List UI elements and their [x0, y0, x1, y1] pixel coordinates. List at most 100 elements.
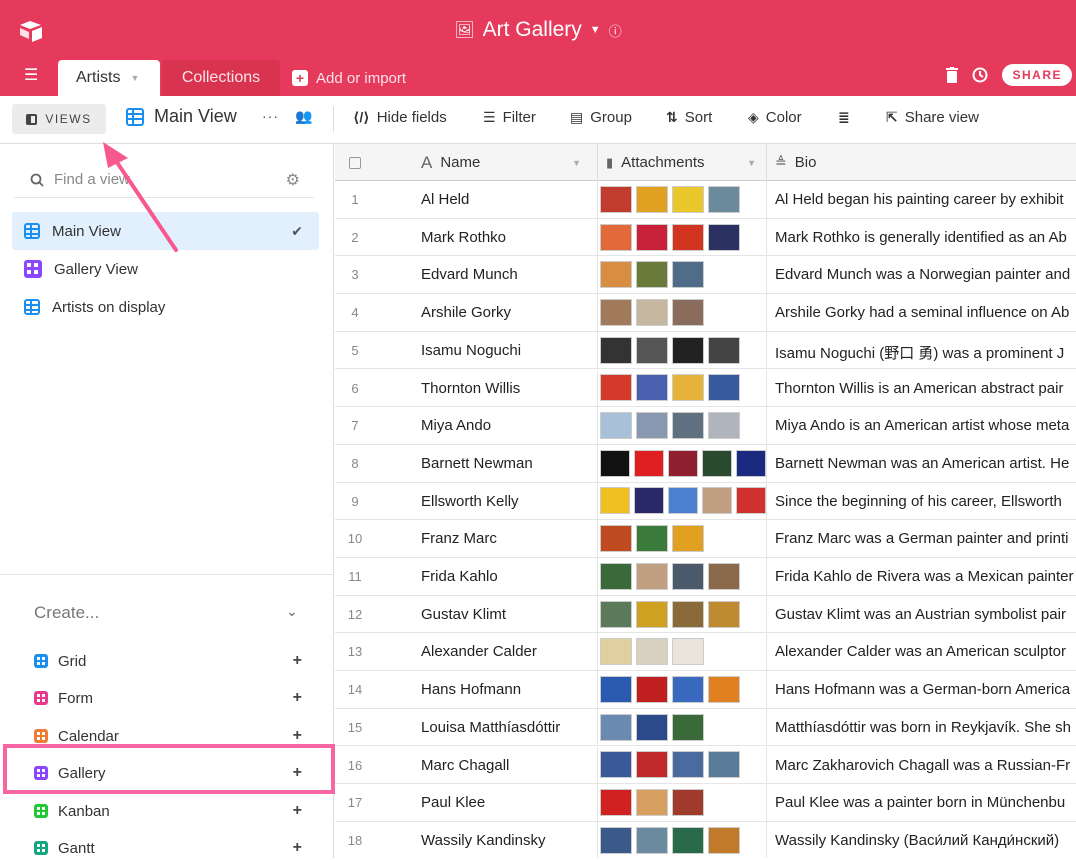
name-cell[interactable]: Barnett Newman: [421, 455, 533, 472]
attachment-thumbnail[interactable]: [634, 487, 664, 515]
name-cell[interactable]: Al Held: [421, 191, 469, 208]
attachment-thumbnail[interactable]: [636, 600, 668, 628]
bio-cell[interactable]: Edvard Munch was a Norwegian painter and: [775, 266, 1070, 283]
attachment-thumbnail[interactable]: [600, 487, 630, 515]
name-cell[interactable]: Ellsworth Kelly: [421, 493, 519, 510]
row-height-button[interactable]: ≣: [838, 109, 850, 126]
bio-cell[interactable]: Arshile Gorky had a seminal influence on…: [775, 304, 1069, 321]
attachment-thumbnail[interactable]: [736, 449, 766, 477]
attachment-thumbnail[interactable]: [636, 525, 668, 553]
attachments-cell[interactable]: [597, 482, 767, 520]
attachments-cell[interactable]: [597, 256, 767, 294]
attachment-thumbnail[interactable]: [600, 751, 632, 779]
chevron-down-icon[interactable]: ⌄: [286, 603, 298, 620]
attachment-thumbnail[interactable]: [636, 675, 668, 703]
attachment-thumbnail[interactable]: [672, 298, 704, 326]
table-row[interactable]: 4 Arshile Gorky Arshile Gorky had a semina…: [335, 294, 1076, 332]
attachments-cell[interactable]: [597, 595, 767, 633]
sort-button[interactable]: ⇅ Sort: [666, 109, 712, 126]
table-row[interactable]: 10 Franz Marc Franz Marc was a German pain…: [335, 520, 1076, 558]
attachment-thumbnail[interactable]: [600, 374, 632, 402]
plus-icon[interactable]: +: [293, 652, 302, 670]
attachment-thumbnail[interactable]: [708, 826, 740, 854]
attachment-thumbnail[interactable]: [708, 600, 740, 628]
trash-icon[interactable]: [946, 67, 959, 83]
bio-cell[interactable]: Alexander Calder was an American sculpto…: [775, 643, 1066, 660]
more-options-icon[interactable]: ···: [262, 108, 279, 124]
attachment-thumbnail[interactable]: [636, 412, 668, 440]
attachment-thumbnail[interactable]: [600, 713, 632, 741]
name-cell[interactable]: Isamu Noguchi: [421, 342, 521, 359]
name-cell[interactable]: Miya Ando: [421, 417, 491, 434]
table-row[interactable]: 8 Barnett Newman Barnett Newman was an Ame…: [335, 444, 1076, 483]
gear-icon[interactable]: ⚙: [286, 170, 300, 190]
attachments-cell[interactable]: [597, 633, 767, 671]
find-view-search[interactable]: Find a view ⚙: [14, 162, 314, 198]
plus-icon[interactable]: +: [293, 727, 302, 745]
plus-icon[interactable]: +: [293, 839, 302, 857]
bio-cell[interactable]: Hans Hofmann was a German-born America: [775, 681, 1070, 698]
table-row[interactable]: 17 Paul Klee Paul Klee was a painter born …: [335, 784, 1076, 822]
attachment-thumbnail[interactable]: [600, 562, 632, 590]
views-toggle-button[interactable]: VIEWS: [12, 104, 106, 134]
sidebar-item-artists-on-display[interactable]: Artists on display: [12, 288, 319, 326]
attachment-thumbnail[interactable]: [634, 449, 664, 477]
tab-collections[interactable]: Collections: [162, 60, 280, 96]
attachment-thumbnail[interactable]: [636, 374, 668, 402]
table-row[interactable]: 1 Al Held Al Held began his painting caree…: [335, 181, 1076, 219]
plus-icon[interactable]: +: [293, 802, 302, 820]
share-view-button[interactable]: ⇱ Share view: [886, 109, 979, 126]
color-button[interactable]: ◈ Color: [748, 109, 802, 126]
bio-cell[interactable]: Mark Rothko is generally identified as a…: [775, 229, 1067, 246]
attachment-thumbnail[interactable]: [672, 675, 704, 703]
name-cell[interactable]: Paul Klee: [421, 794, 485, 811]
attachment-thumbnail[interactable]: [600, 185, 632, 213]
column-header-bio[interactable]: ≜ Bio: [775, 144, 816, 181]
attachments-cell[interactable]: [597, 558, 767, 595]
tab-artists[interactable]: Artists ▼: [58, 60, 160, 96]
attachments-cell[interactable]: [597, 671, 767, 708]
sidebar-item-gallery-view[interactable]: Gallery View: [12, 250, 319, 288]
attachment-thumbnail[interactable]: [672, 374, 704, 402]
attachment-thumbnail[interactable]: [600, 600, 632, 628]
bio-cell[interactable]: Al Held began his painting career by exh…: [775, 191, 1064, 208]
attachment-thumbnail[interactable]: [636, 826, 668, 854]
group-button[interactable]: ▤ Group: [570, 109, 632, 126]
name-cell[interactable]: Thornton Willis: [421, 380, 520, 397]
name-cell[interactable]: Wassily Kandinsky: [421, 832, 545, 849]
table-row[interactable]: 18 Wassily Kandinsky Wassily Kandinsky (Ва…: [335, 821, 1076, 858]
create-gantt-item[interactable]: Gantt +: [34, 836, 302, 860]
name-cell[interactable]: Alexander Calder: [421, 643, 537, 660]
name-cell[interactable]: Mark Rothko: [421, 229, 506, 246]
table-row[interactable]: 5 Isamu Noguchi Isamu Noguchi (野口 勇) was a…: [335, 331, 1076, 370]
column-header-attachments[interactable]: ▮ Attachments ▼: [597, 144, 767, 181]
bio-cell[interactable]: Thornton Willis is an American abstract …: [775, 380, 1063, 397]
attachment-thumbnail[interactable]: [636, 638, 668, 666]
attachment-thumbnail[interactable]: [600, 298, 632, 326]
create-form-item[interactable]: Form +: [34, 686, 302, 710]
attachment-thumbnail[interactable]: [672, 223, 704, 251]
attachment-thumbnail[interactable]: [636, 562, 668, 590]
attachment-thumbnail[interactable]: [708, 751, 740, 779]
attachment-thumbnail[interactable]: [636, 298, 668, 326]
bio-cell[interactable]: Matthíasdóttir was born in Reykjavík. Sh…: [775, 719, 1071, 736]
table-row[interactable]: 11 Frida Kahlo Frida Kahlo de Rivera was a…: [335, 558, 1076, 596]
attachment-thumbnail[interactable]: [708, 675, 740, 703]
name-cell[interactable]: Edvard Munch: [421, 266, 518, 283]
attachment-thumbnail[interactable]: [672, 789, 704, 817]
attachment-thumbnail[interactable]: [636, 751, 668, 779]
sidebar-item-main-view[interactable]: Main View ✔: [12, 212, 319, 250]
table-row[interactable]: 16 Marc Chagall Marc Zakharovich Chagall w…: [335, 746, 1076, 785]
create-kanban-item[interactable]: Kanban +: [34, 799, 302, 823]
attachment-thumbnail[interactable]: [636, 185, 668, 213]
create-grid-item[interactable]: Grid +: [34, 649, 302, 673]
attachment-thumbnail[interactable]: [672, 336, 704, 364]
attachment-thumbnail[interactable]: [736, 487, 766, 515]
chevron-down-icon[interactable]: ▼: [572, 158, 581, 168]
attachment-thumbnail[interactable]: [672, 826, 704, 854]
attachment-thumbnail[interactable]: [600, 638, 632, 666]
attachment-thumbnail[interactable]: [600, 826, 632, 854]
name-cell[interactable]: Arshile Gorky: [421, 304, 511, 321]
attachments-cell[interactable]: [597, 821, 767, 858]
table-row[interactable]: 7 Miya Ando Miya Ando is an American artis…: [335, 407, 1076, 445]
